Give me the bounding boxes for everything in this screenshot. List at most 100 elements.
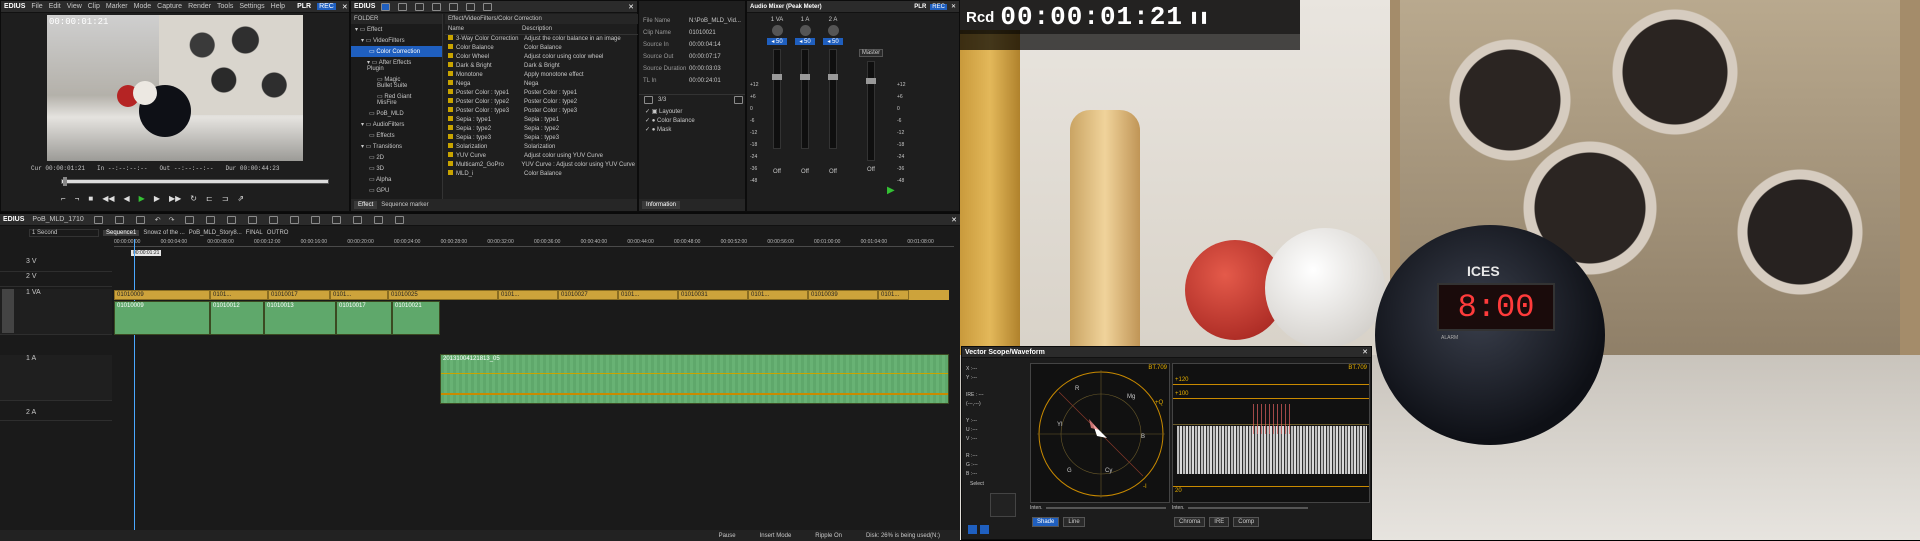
tree-2d[interactable]: ▭ 2D (351, 152, 442, 163)
tab-effect[interactable]: Effect (354, 201, 378, 209)
video-clip[interactable]: 01010027 (558, 290, 618, 300)
tree-videofilters[interactable]: ▾ ▭ VideoFilters (351, 35, 442, 46)
redo-icon[interactable]: ↷ (169, 216, 175, 224)
pan-knob[interactable] (771, 25, 783, 36)
menu-help[interactable]: Help (271, 3, 285, 10)
layout-icon[interactable] (980, 525, 989, 534)
tree-3d[interactable]: ▭ 3D (351, 163, 442, 174)
step-back-icon[interactable]: ◀ (124, 194, 130, 206)
fader-handle[interactable] (772, 74, 782, 80)
cut-icon[interactable] (184, 215, 194, 224)
copy-icon[interactable] (205, 215, 215, 224)
fader-handle[interactable] (828, 74, 838, 80)
video-clip[interactable]: 0101... (210, 290, 268, 300)
tree-pob-mld[interactable]: ▭ PoB_MLD (351, 108, 442, 119)
menu-edit[interactable]: Edit (49, 3, 61, 10)
off-label[interactable]: Off (793, 169, 817, 175)
sync-icon[interactable] (352, 215, 362, 224)
delete-icon[interactable] (449, 2, 459, 11)
tree-gpu[interactable]: ▭ GPU (351, 185, 442, 196)
video-clip[interactable]: 0101... (330, 290, 388, 300)
long-audio-clip[interactable]: 20131004121813_05 (440, 354, 949, 404)
menu-file[interactable]: File (31, 3, 42, 10)
effect-list-item[interactable]: Color Wheel Adjust color using color whee… (445, 53, 638, 62)
menu-mode[interactable]: Mode (134, 3, 152, 10)
ire-button[interactable]: IRE (1209, 517, 1230, 527)
effect-list-item[interactable]: YUV Curve Adjust color using YUV Curve (445, 152, 638, 161)
close-icon[interactable]: ✕ (951, 3, 956, 10)
close-icon[interactable]: ✕ (951, 216, 957, 224)
pan-knob[interactable] (799, 25, 811, 36)
effect-list-item[interactable]: Sepia : type3 Sepia : type3 (445, 134, 638, 143)
effect-list-item[interactable]: Color Balance Color Balance (445, 44, 638, 53)
fader-track[interactable] (772, 49, 782, 149)
effect-list-item[interactable]: Dark & Bright Dark & Bright (445, 62, 638, 71)
audio-waveform-icon[interactable] (373, 215, 383, 224)
tab-information[interactable]: Information (642, 201, 681, 209)
fader-handle[interactable] (800, 74, 810, 80)
new-project-icon[interactable] (93, 215, 103, 224)
delete-clip-icon[interactable] (247, 215, 257, 224)
new-folder-icon[interactable] (432, 2, 442, 11)
track-2a[interactable]: 2 A (0, 409, 112, 421)
tab-other-2[interactable]: PoB_MLD_Story8... (189, 230, 242, 236)
video-clip[interactable]: 01010031 (678, 290, 748, 300)
fast-forward-icon[interactable]: ▶▶ (169, 194, 181, 206)
video-clip[interactable]: 01010039 (808, 290, 878, 300)
tree-alpha[interactable]: ▭ Alpha (351, 174, 442, 185)
tab-sequence-marker[interactable]: Sequence marker (381, 202, 428, 208)
list-view-icon[interactable] (398, 2, 408, 11)
folder-icon[interactable] (381, 2, 391, 11)
pan-value[interactable]: ◂ 50 (823, 38, 843, 45)
up-icon[interactable] (466, 2, 476, 11)
mixer-play-icon[interactable]: ▶ (887, 185, 895, 196)
video-clip[interactable]: 01010025 (388, 290, 498, 300)
effect-list-item[interactable]: Poster Color : type3 Poster Color : type3 (445, 107, 638, 116)
off-label[interactable]: Off (821, 169, 845, 175)
tree-effect[interactable]: ▾ ▭ Effect (351, 24, 442, 35)
mixer-rec-label[interactable]: REC (930, 3, 947, 10)
undo-icon[interactable]: ↶ (155, 216, 161, 224)
effect-list-item[interactable]: MLD_i Color Balance (445, 170, 638, 179)
tab-other-1[interactable]: Snowz of the ... (143, 230, 184, 236)
trash-icon[interactable] (734, 95, 743, 104)
col-description[interactable]: Description (522, 26, 552, 32)
tree-audio-effects[interactable]: ▭ Effects (351, 130, 442, 141)
menu-capture[interactable]: Capture (157, 3, 182, 10)
effect-list-item[interactable]: Multicam2_GoPro YUV Curve : Adjust color … (445, 161, 638, 170)
status-ripple[interactable]: Ripple On (815, 533, 842, 539)
effect-list-item[interactable]: Poster Color : type2 Poster Color : type2 (445, 98, 638, 107)
fader-track[interactable] (866, 61, 876, 161)
video-clip[interactable]: 0101... (498, 290, 558, 300)
loop-icon[interactable]: ↻ (190, 194, 197, 206)
off-label[interactable]: Off (859, 167, 883, 173)
tree-red-giant[interactable]: ▭ Red Giant MisFire (351, 91, 442, 108)
add-cut-icon[interactable] (289, 215, 299, 224)
audio-clip[interactable]: 01010021 (392, 301, 440, 335)
filter-item[interactable]: ✓ ▣ Layouter (645, 107, 743, 116)
overwrite-icon[interactable]: ⊐ (222, 194, 229, 206)
effect-list-item[interactable]: Nega Nega (445, 80, 638, 89)
tab-other-3[interactable]: FINAL (246, 230, 263, 236)
audio-clip[interactable]: 01010012 (210, 301, 264, 335)
effect-list-item[interactable]: Solarization Solarization (445, 143, 638, 152)
effect-list-item[interactable]: Sepia : type1 Sepia : type1 (445, 116, 638, 125)
status-insert[interactable]: Insert Mode (760, 533, 792, 539)
video-clip[interactable]: 01010009 (114, 290, 210, 300)
pan-value[interactable]: ◂ 50 (795, 38, 815, 45)
col-name[interactable]: Name (448, 26, 522, 32)
pan-knob[interactable] (827, 25, 839, 36)
insert-icon[interactable]: ⊏ (206, 194, 213, 206)
player-scrub-handle[interactable] (63, 177, 67, 186)
step-forward-icon[interactable]: ▶ (154, 194, 160, 206)
filter-item[interactable]: ✓ ● Color Balance (645, 116, 743, 125)
track-2v[interactable]: 2 V (0, 273, 112, 287)
snap-icon[interactable] (310, 215, 320, 224)
marker-icon[interactable] (394, 215, 404, 224)
rewind-icon[interactable]: ◀◀ (102, 194, 114, 206)
vs-intensity-slider[interactable] (1046, 507, 1166, 509)
menu-render[interactable]: Render (188, 3, 211, 10)
set-in-icon[interactable]: ⌐ (61, 194, 66, 206)
fader-track[interactable] (828, 49, 838, 149)
player-scrubbar[interactable] (61, 179, 329, 184)
